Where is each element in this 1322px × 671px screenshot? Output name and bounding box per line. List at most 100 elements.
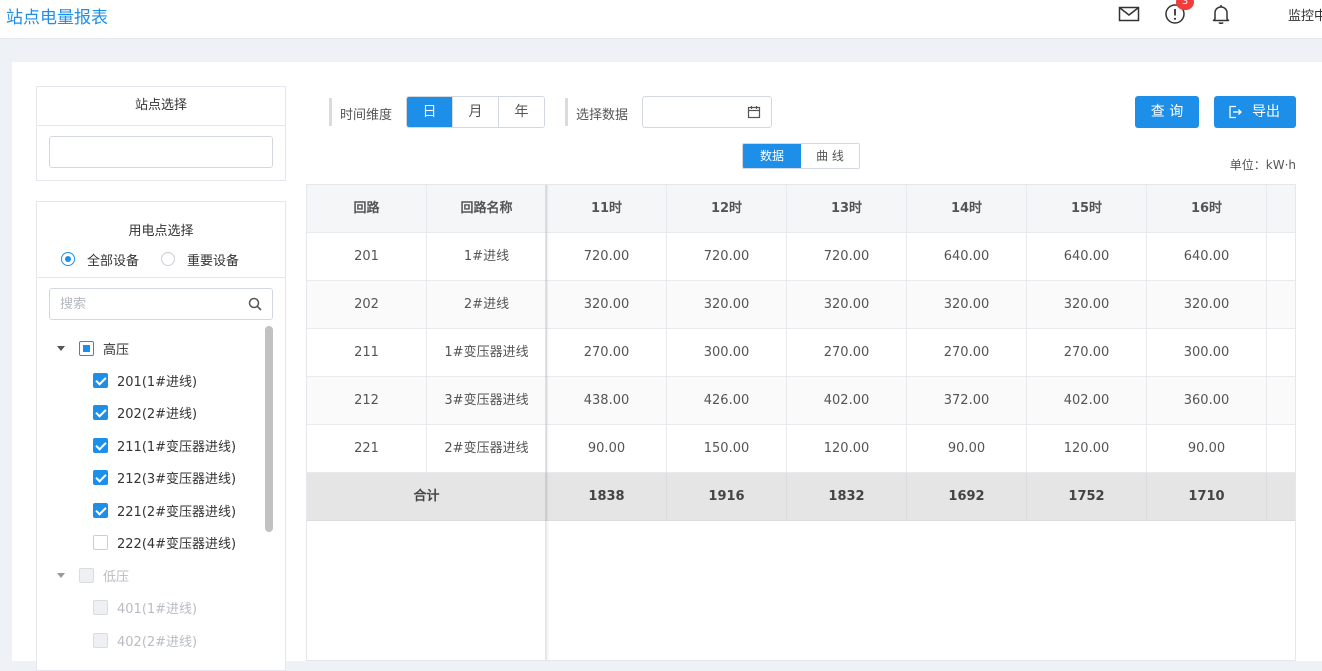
tree-node-high-voltage[interactable]: 高压 — [57, 338, 129, 358]
table-cell: 270.00 — [787, 329, 907, 377]
tree-scrollbar[interactable] — [265, 326, 273, 532]
radio-button[interactable] — [161, 252, 175, 266]
table-cell: 2#进线 — [427, 281, 547, 329]
time-option-day[interactable]: 日 — [407, 97, 453, 127]
total-cell: 1832 — [787, 473, 907, 521]
table-cell: 640.00 — [1027, 233, 1147, 281]
table-row[interactable]: 212 3#变压器进线 438.00 426.00 402.00 372.00 … — [307, 377, 1295, 425]
column-header[interactable]: 14时 — [907, 185, 1027, 233]
table-row[interactable]: 211 1#变压器进线 270.00 300.00 270.00 270.00 … — [307, 329, 1295, 377]
device-search-input[interactable] — [50, 289, 260, 319]
column-header[interactable]: 12时 — [667, 185, 787, 233]
export-button[interactable]: 导出 — [1214, 96, 1296, 128]
time-option-month[interactable]: 月 — [453, 97, 499, 127]
tree-item[interactable]: 202(2#进线) — [93, 402, 197, 422]
table-cell: 1#进线 — [427, 233, 547, 281]
table-cell: 2#变压器进线 — [427, 425, 547, 473]
tree-item[interactable]: 201(1#进线) — [93, 370, 197, 390]
unit-label: 单位：kW·h — [1229, 158, 1296, 172]
table-cell-overflow — [1267, 377, 1295, 425]
table-cell: 270.00 — [547, 329, 667, 377]
column-header[interactable]: 16时 — [1147, 185, 1267, 233]
table-cell: 360.00 — [1147, 377, 1267, 425]
divider — [37, 277, 285, 278]
tree-checkbox[interactable] — [93, 469, 108, 485]
tree-checkbox — [93, 599, 108, 615]
column-header[interactable]: 15时 — [1027, 185, 1147, 233]
tree-checkbox — [93, 632, 108, 648]
table-cell: 640.00 — [1147, 233, 1267, 281]
table-cell: 90.00 — [1147, 425, 1267, 473]
total-cell: 1692 — [907, 473, 1027, 521]
tree-checkbox[interactable] — [93, 437, 108, 453]
bell-icon[interactable] — [1209, 2, 1233, 26]
device-search[interactable] — [49, 288, 273, 320]
tree-checkbox[interactable] — [93, 372, 108, 388]
radio-all-devices[interactable]: 全部设备 — [61, 249, 139, 269]
date-select-label: 选择数据 — [576, 108, 629, 123]
radio-label: 全部设备 — [87, 253, 140, 269]
table-cell: 320.00 — [667, 281, 787, 329]
tree-checkbox[interactable] — [93, 534, 108, 550]
time-option-year[interactable]: 年 — [499, 97, 544, 127]
table-cell: 211 — [307, 329, 427, 377]
table-cell: 640.00 — [907, 233, 1027, 281]
table-cell-overflow — [1267, 329, 1295, 377]
fixed-column-shadow — [545, 185, 549, 660]
tree-label: 211(1#变压器进线) — [117, 439, 237, 455]
tree-label: 221(2#变压器进线) — [117, 504, 237, 520]
total-cell-overflow — [1267, 473, 1295, 521]
table-row[interactable]: 221 2#变压器进线 90.00 150.00 120.00 90.00 12… — [307, 425, 1295, 473]
tree-item[interactable]: 222(4#变压器进线) — [93, 532, 236, 552]
total-cell: 1752 — [1027, 473, 1147, 521]
table-row[interactable]: 201 1#进线 720.00 720.00 720.00 640.00 640… — [307, 233, 1295, 281]
table-cell: 270.00 — [1027, 329, 1147, 377]
label-marker — [329, 98, 332, 126]
view-switch: 数据 曲 线 — [742, 143, 860, 169]
table-row[interactable]: 202 2#进线 320.00 320.00 320.00 320.00 320… — [307, 281, 1295, 329]
radio-important-devices[interactable]: 重要设备 — [161, 249, 239, 269]
table-cell: 320.00 — [1147, 281, 1267, 329]
tree-node-low-voltage: 低压 — [57, 565, 129, 585]
caret-down-icon — [57, 572, 65, 578]
tree-label: 402(2#进线) — [117, 634, 198, 650]
table-cell: 402.00 — [1027, 377, 1147, 425]
tree-label: 高压 — [103, 342, 130, 358]
total-label: 合计 — [307, 473, 547, 521]
tree-item[interactable]: 211(1#变压器进线) — [93, 435, 236, 455]
top-bar: 站点电量报表 3 监控中 — [0, 0, 1322, 39]
time-dimension-switch: 日 月 年 — [406, 96, 545, 128]
table-cell: 720.00 — [667, 233, 787, 281]
table-cell: 202 — [307, 281, 427, 329]
label-marker — [565, 98, 568, 126]
date-picker[interactable] — [642, 96, 772, 128]
search-icon[interactable] — [248, 297, 262, 311]
column-header[interactable]: 11时 — [547, 185, 667, 233]
mail-icon[interactable] — [1117, 2, 1141, 26]
view-option-curve[interactable]: 曲 线 — [801, 144, 859, 168]
station-panel: 站点选择 — [36, 86, 286, 181]
view-option-data[interactable]: 数据 — [743, 144, 801, 168]
table-cell: 1#变压器进线 — [427, 329, 547, 377]
column-header[interactable]: 回路名称 — [427, 185, 547, 233]
table-cell: 201 — [307, 233, 427, 281]
table-cell: 320.00 — [547, 281, 667, 329]
caret-down-icon[interactable] — [57, 345, 65, 351]
table-cell: 372.00 — [907, 377, 1027, 425]
column-header[interactable]: 回路 — [307, 185, 427, 233]
user-menu[interactable]: 监控中 — [1288, 5, 1322, 24]
column-header[interactable]: 13时 — [787, 185, 907, 233]
notification-badge: 3 — [1176, 0, 1194, 10]
table-cell: 720.00 — [787, 233, 907, 281]
calendar-icon[interactable] — [747, 105, 761, 119]
tree-label: 212(3#变压器进线) — [117, 471, 237, 487]
tree-item: 402(2#进线) — [93, 630, 197, 650]
query-button[interactable]: 查 询 — [1135, 96, 1199, 128]
station-select-input[interactable] — [49, 136, 273, 168]
tree-item[interactable]: 221(2#变压器进线) — [93, 500, 236, 520]
tree-item[interactable]: 212(3#变压器进线) — [93, 467, 236, 487]
tree-checkbox[interactable] — [79, 340, 94, 356]
radio-button[interactable] — [61, 252, 75, 266]
tree-checkbox[interactable] — [93, 404, 108, 420]
tree-checkbox[interactable] — [93, 502, 108, 518]
